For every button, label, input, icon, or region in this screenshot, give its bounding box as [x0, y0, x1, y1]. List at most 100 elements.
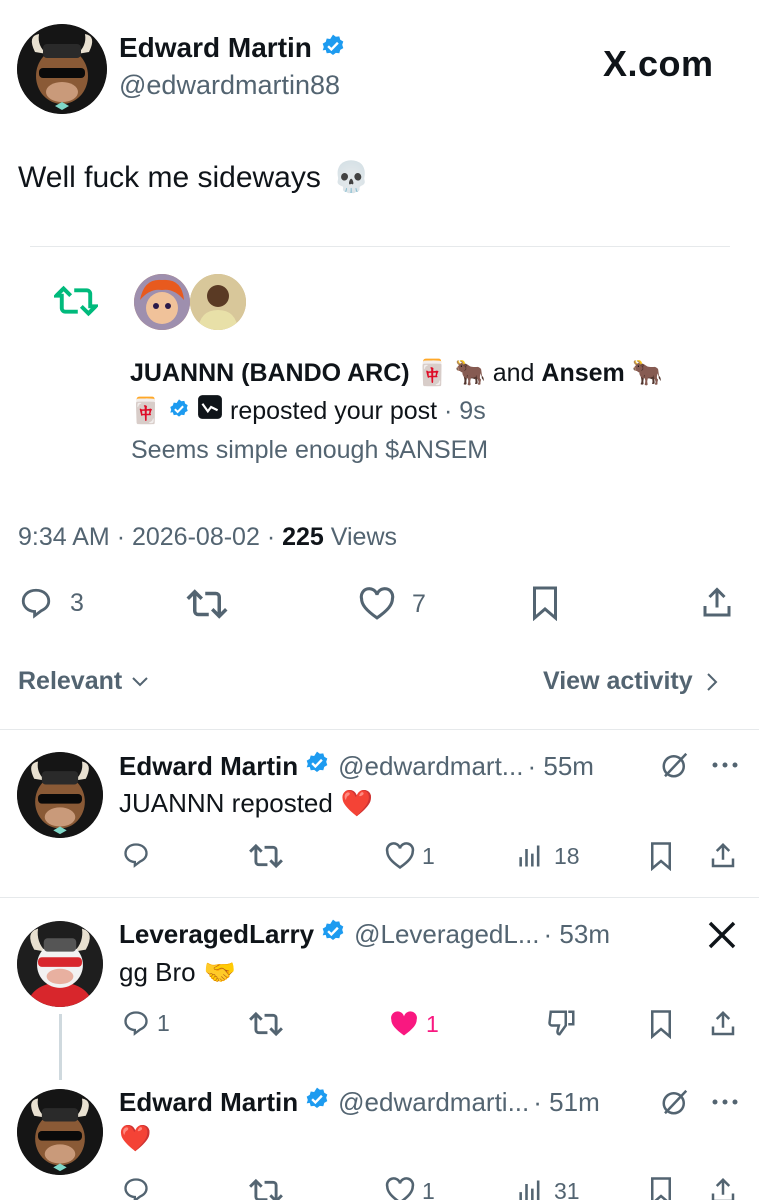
- reply-repost-button[interactable]: [248, 843, 284, 869]
- reply-author-name[interactable]: Edward Martin: [119, 1087, 298, 1118]
- reply-author-handle[interactable]: @LeveragedL...: [354, 919, 539, 950]
- reply-time: · 55m: [527, 751, 594, 781]
- x-logo-icon[interactable]: [706, 919, 738, 951]
- reposter-avatar-2[interactable]: [190, 274, 246, 330]
- reply-icon: [121, 1176, 151, 1200]
- post-dot: ·: [116, 523, 126, 551]
- reposter-avatar-1[interactable]: [134, 274, 190, 330]
- bull-avatar-icon: [17, 752, 103, 838]
- reply-author-handle[interactable]: @edwardmarti...: [338, 1087, 529, 1118]
- view-activity-label: View activity: [543, 667, 693, 695]
- reply-author-name[interactable]: LeveragedLarry: [119, 919, 314, 950]
- views-label: Views: [330, 523, 398, 551]
- reposted-action-text: reposted your post: [230, 397, 438, 425]
- reply-share-button[interactable]: [708, 1008, 738, 1040]
- more-options-icon[interactable]: [710, 760, 740, 770]
- reply-reply-button[interactable]: 1: [121, 1009, 170, 1037]
- repost-icon: [54, 285, 98, 317]
- reply-bookmark-button[interactable]: [648, 1009, 674, 1039]
- chevron-right-icon: [705, 671, 719, 693]
- reply-like-count: 1: [426, 1010, 439, 1037]
- relevant-label: Relevant: [18, 667, 123, 695]
- reply-repost-button[interactable]: [248, 1011, 284, 1037]
- bookmark-button[interactable]: [528, 585, 562, 621]
- reply-icon: [18, 586, 54, 620]
- reply-like-button[interactable]: 1: [384, 1177, 435, 1200]
- reply-like-count: 1: [422, 1177, 435, 1200]
- bull-avatar-icon: [17, 24, 107, 114]
- handshake-emoji: 🤝: [203, 957, 236, 987]
- repost-action-icon: [248, 1178, 284, 1200]
- reposter-1-emoji: 🀄 🐂: [416, 359, 486, 387]
- reply-downvote-button[interactable]: [546, 1008, 578, 1038]
- reply-icon: [121, 1009, 151, 1037]
- view-activity-link[interactable]: View activity: [543, 667, 719, 696]
- reply-avatar[interactable]: [17, 921, 103, 1007]
- bookmark-icon: [648, 1176, 674, 1200]
- chevron-down-icon: [130, 675, 150, 689]
- reposter-1-name[interactable]: JUANNN (BANDO ARC): [130, 359, 410, 387]
- heart-filled-icon: [388, 1010, 420, 1038]
- reply-text: gg Bro: [119, 957, 196, 987]
- reply-author-handle[interactable]: @edwardmart...: [338, 751, 523, 782]
- thread-line: [59, 1014, 62, 1080]
- verified-badge-icon: [168, 393, 190, 431]
- heart-emoji: ❤️: [340, 788, 374, 818]
- share-icon: [708, 1175, 738, 1200]
- reply-count: 3: [70, 588, 84, 617]
- anime-avatar-icon: [134, 274, 190, 330]
- reply-avatar[interactable]: [17, 1089, 103, 1175]
- person-avatar-icon: [190, 274, 246, 330]
- author-avatar[interactable]: [17, 24, 107, 114]
- reply-text: JUANNN reposted: [119, 788, 333, 818]
- share-button[interactable]: [699, 584, 735, 622]
- thumbs-down-icon: [546, 1008, 578, 1038]
- reply-time: · 53m: [543, 919, 610, 949]
- bull-avatar-icon: [17, 1089, 103, 1175]
- reply-share-button[interactable]: [708, 840, 738, 872]
- repost-button[interactable]: [186, 588, 228, 620]
- grok-icon[interactable]: [660, 750, 690, 780]
- affiliate-badge-icon: [197, 393, 223, 431]
- reply-avatar[interactable]: [17, 752, 103, 838]
- author-name[interactable]: Edward Martin: [119, 32, 312, 64]
- views-chart-icon: [516, 842, 544, 870]
- views-count: 225: [282, 523, 324, 551]
- post-date: 2026-08-02: [131, 523, 260, 551]
- post-dot: ·: [266, 523, 276, 551]
- reply-like-button[interactable]: 1: [384, 842, 435, 870]
- more-options-icon[interactable]: [710, 1097, 740, 1107]
- reply-views-count: 18: [554, 842, 580, 869]
- like-button[interactable]: 7: [358, 587, 426, 621]
- reply-bookmark-button[interactable]: [648, 841, 674, 871]
- reply-views-button[interactable]: 18: [516, 842, 580, 870]
- skull-emoji: 💀: [332, 161, 371, 194]
- repost-action-icon: [186, 588, 228, 620]
- reply-divider: [0, 897, 759, 898]
- author-handle[interactable]: @edwardmartin88: [119, 70, 340, 101]
- reply-bookmark-button[interactable]: [648, 1176, 674, 1200]
- post-time: 9:34 AM: [18, 523, 110, 551]
- reply-share-button[interactable]: [708, 1175, 738, 1200]
- repost-action-icon: [248, 843, 284, 869]
- share-icon: [708, 840, 738, 872]
- repost-action-icon: [248, 1011, 284, 1037]
- reply-views-button[interactable]: 31: [516, 1177, 580, 1200]
- reply-reply-button[interactable]: [121, 841, 151, 869]
- quoted-post-text[interactable]: Seems simple enough $ANSEM: [131, 436, 488, 465]
- reply-views-count: 31: [554, 1177, 580, 1200]
- post-text: Well fuck me sideways: [18, 160, 321, 194]
- reply-repost-button[interactable]: [248, 1178, 284, 1200]
- reply-like-button-active[interactable]: 1: [388, 1010, 439, 1038]
- grok-icon[interactable]: [660, 1087, 690, 1117]
- reply-author-name[interactable]: Edward Martin: [119, 751, 298, 782]
- reposter-2-name[interactable]: Ansem: [541, 359, 624, 387]
- bull-red-avatar-icon: [17, 921, 103, 1007]
- sort-relevant-dropdown[interactable]: Relevant: [18, 667, 150, 696]
- notification-top-divider: [30, 246, 730, 247]
- bookmark-icon: [648, 841, 674, 871]
- reply-button[interactable]: 3: [18, 586, 84, 620]
- and-text: and: [492, 359, 535, 387]
- reply-reply-button[interactable]: [121, 1176, 151, 1200]
- reposter-2-emoji: 🐂: [631, 359, 663, 387]
